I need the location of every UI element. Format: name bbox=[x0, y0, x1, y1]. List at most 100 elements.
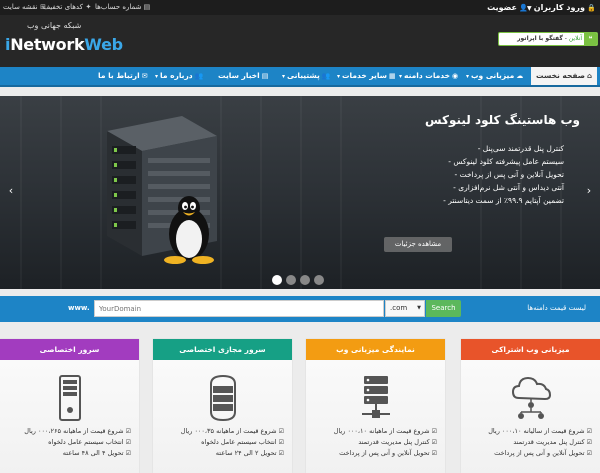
slider-title: وب هاستینگ کلود لینوکس bbox=[425, 113, 580, 127]
checkbox-icon: ☑ bbox=[278, 450, 284, 457]
nav-about[interactable]: ▾ درباره ما 👥 bbox=[155, 67, 203, 85]
tag-icon: ✦ bbox=[85, 3, 92, 11]
card-feature: کنترل پنل مدیریت قدرتمند ☑ bbox=[513, 438, 592, 446]
sitemap-icon: ⊞ bbox=[40, 3, 46, 11]
user-plus-icon: 👤 bbox=[519, 4, 528, 12]
nav-news[interactable]: اخبار سایت ▤ bbox=[218, 67, 268, 85]
card-feature: کنترل پنل مدیریت قدرتمند ☑ bbox=[358, 438, 437, 446]
live-chat-button[interactable]: آنلاین - گفتگو با اپراتور ❝ bbox=[498, 32, 598, 46]
slider-feature: - کنترل پنل قدرتمند سی‌پنل bbox=[477, 144, 564, 153]
caret-down-icon: ▾ bbox=[337, 73, 341, 80]
card-header: نمایندگی میزبانی وب bbox=[306, 339, 445, 365]
card-title: سرور مجازی اختصاصی bbox=[179, 345, 266, 354]
checkbox-icon: ☑ bbox=[586, 428, 592, 435]
card-feature: تحویل ۲ الی ۲۴ ساعته ☑ bbox=[215, 449, 284, 457]
plan-card-reseller-hosting[interactable]: نمایندگی میزبانی وب شروع قیمت از ماهیانه… bbox=[306, 339, 445, 473]
top-bar: ▼ ورود کاربران 🔒 عضویت 👤 شماره حساب‌ها ▤ کد… bbox=[0, 0, 600, 15]
card-title: سرور اختصاصی bbox=[39, 345, 100, 354]
card-feature: تحویل ۴ الی ۴۸ ساعته ☑ bbox=[62, 449, 131, 457]
login-link[interactable]: ▼ ورود کاربران 🔒 bbox=[527, 2, 596, 14]
envelope-icon: ✉ bbox=[141, 72, 148, 80]
card-feature: انتخاب سیستم عامل دلخواه ☑ bbox=[48, 438, 131, 446]
plan-card-virtual-server[interactable]: سرور مجازی اختصاصی شروع قیمت از ماهیانه … bbox=[153, 339, 292, 473]
card-title: میزبانی وب اشتراکی bbox=[491, 345, 570, 354]
caret-down-icon: ▾ bbox=[282, 73, 286, 80]
accounts-link[interactable]: شماره حساب‌ها ▤ bbox=[95, 2, 150, 13]
site-logo[interactable]: iNetworkWeb bbox=[5, 35, 123, 54]
slider-feature: - تضمین آپتایم ۹۹.۹٪ از سمت دیتاسنتر bbox=[443, 196, 564, 205]
grid-icon: ▦ bbox=[389, 72, 396, 80]
domain-search-input[interactable] bbox=[94, 300, 384, 317]
checkbox-icon: ☑ bbox=[431, 439, 437, 446]
card-feature: شروع قیمت از ماهیانه ۰۰۰،۳۵ ریال ☑ bbox=[180, 427, 284, 435]
chat-status: آنلاین bbox=[568, 35, 582, 42]
tld-select[interactable]: .com ▼ bbox=[385, 300, 425, 317]
chat-bubble-icon: ❝ bbox=[584, 33, 597, 45]
slider-dot-1[interactable] bbox=[272, 275, 282, 285]
nav-web-hosting[interactable]: ▾ میزبانی وب ☁ bbox=[466, 67, 523, 85]
card-header: سرور مجازی اختصاصی bbox=[153, 339, 292, 365]
site-header: شبکه جهانی وب iNetworkWeb آنلاین - گفتگو… bbox=[0, 15, 600, 67]
users-icon: 👥 bbox=[321, 72, 331, 80]
checkbox-icon: ☑ bbox=[125, 428, 131, 435]
card-feature: شروع قیمت از ماهیانه ۰۰۰،۱۰ ریال ☑ bbox=[333, 427, 437, 435]
server-tower-icon bbox=[59, 375, 81, 421]
slider-dot-2[interactable] bbox=[286, 275, 296, 285]
nav-other-services[interactable]: ▾ سایر خدمات ▦ bbox=[337, 67, 396, 85]
nav-support[interactable]: ▾ پشتیبانی 👥 bbox=[282, 67, 331, 85]
main-nav-items: صفحه نخست ⌂ ▾ میزبانی وب ☁ ▾ خدمات دامنه ◉ ▾ س… bbox=[0, 67, 600, 87]
plan-card-dedicated-server[interactable]: سرور اختصاصی شروع قیمت از ماهیانه ۰۰۰،۲۶… bbox=[0, 339, 139, 473]
home-icon: ⌂ bbox=[587, 72, 593, 80]
card-title: نمایندگی میزبانی وب bbox=[336, 345, 415, 354]
domain-search-bar: لیست قیمت دامنه‌ها www. .com▼ Search bbox=[0, 296, 600, 322]
server-rack-icon bbox=[210, 374, 236, 422]
plan-card-shared-hosting[interactable]: میزبانی وب اشتراکی شروع قیمت از سالیانه … bbox=[461, 339, 600, 473]
caret-down-icon: ▾ bbox=[399, 73, 403, 80]
www-prefix: www. bbox=[68, 304, 90, 312]
caret-down-icon: ▼ bbox=[417, 305, 421, 311]
checkbox-icon: ☑ bbox=[431, 450, 437, 457]
card-icon: ▤ bbox=[143, 3, 151, 11]
card-feature: تحویل آنلاین و آنی پس از پرداخت ☑ bbox=[339, 449, 437, 457]
card-feature: انتخاب سیستم عامل دلخواه ☑ bbox=[201, 438, 284, 446]
hero-slider: وب هاستینگ کلود لینوکس - کنترل پنل قدرتم… bbox=[0, 96, 600, 289]
people-icon: 👥 bbox=[194, 72, 204, 80]
globe-icon: ◉ bbox=[452, 72, 459, 80]
cloud-network-icon bbox=[511, 376, 551, 419]
nav-home[interactable]: صفحه نخست ⌂ bbox=[531, 67, 598, 85]
slider-feature: - سیستم عامل پیشرفته کلود لینوکس bbox=[448, 157, 564, 166]
site-tagline: شبکه جهانی وب bbox=[27, 21, 82, 30]
join-link[interactable]: عضویت 👤 bbox=[487, 2, 528, 14]
sitemap-link[interactable]: نقشه سایت ⊞ bbox=[3, 2, 47, 13]
slider-feature: - آنتی دیداس و آنتی شل نرم‌افزاری bbox=[453, 183, 564, 192]
domain-search-button[interactable]: Search bbox=[426, 300, 461, 317]
newspaper-icon: ▤ bbox=[261, 72, 269, 80]
linux-penguin-icon bbox=[164, 196, 214, 264]
lock-icon: 🔒 bbox=[587, 4, 596, 12]
card-header: سرور اختصاصی bbox=[0, 339, 139, 365]
caret-down-icon: ▾ bbox=[155, 73, 159, 80]
checkbox-icon: ☑ bbox=[586, 439, 592, 446]
checkbox-icon: ☑ bbox=[431, 428, 437, 435]
discount-codes-link[interactable]: کدهای تخفیف ✦ bbox=[43, 2, 92, 13]
card-header: میزبانی وب اشتراکی bbox=[461, 339, 600, 365]
nav-contact[interactable]: ارتباط با ما ✉ bbox=[98, 67, 148, 85]
slider-prev-arrow[interactable]: ‹ bbox=[6, 184, 16, 198]
slider-features: - کنترل پنل قدرتمند سی‌پنل - سیستم عامل … bbox=[364, 142, 564, 207]
checkbox-icon: ☑ bbox=[125, 439, 131, 446]
view-details-button[interactable]: مشاهده جزئیات bbox=[384, 237, 452, 252]
server-network-icon bbox=[362, 376, 390, 418]
nav-domain-services[interactable]: ▾ خدمات دامنه ◉ bbox=[399, 67, 458, 85]
checkbox-icon: ☑ bbox=[586, 450, 592, 457]
checkbox-icon: ☑ bbox=[278, 439, 284, 446]
slider-next-arrow[interactable]: › bbox=[584, 184, 594, 198]
chat-label: گفتگو با اپراتور bbox=[517, 35, 563, 42]
cloud-icon: ☁ bbox=[516, 72, 524, 80]
card-feature: تحویل آنلاین و آنی پس از پرداخت ☑ bbox=[494, 449, 592, 457]
checkbox-icon: ☑ bbox=[278, 428, 284, 435]
slider-dot-4[interactable] bbox=[314, 275, 324, 285]
card-feature: شروع قیمت از ماهیانه ۰۰۰،۲۶۵ ریال ☑ bbox=[24, 427, 131, 435]
slider-dot-3[interactable] bbox=[300, 275, 310, 285]
card-feature: شروع قیمت از سالیانه ۰۰۰،۱۰ ریال ☑ bbox=[488, 427, 592, 435]
domain-price-list-link[interactable]: لیست قیمت دامنه‌ها bbox=[527, 304, 586, 312]
